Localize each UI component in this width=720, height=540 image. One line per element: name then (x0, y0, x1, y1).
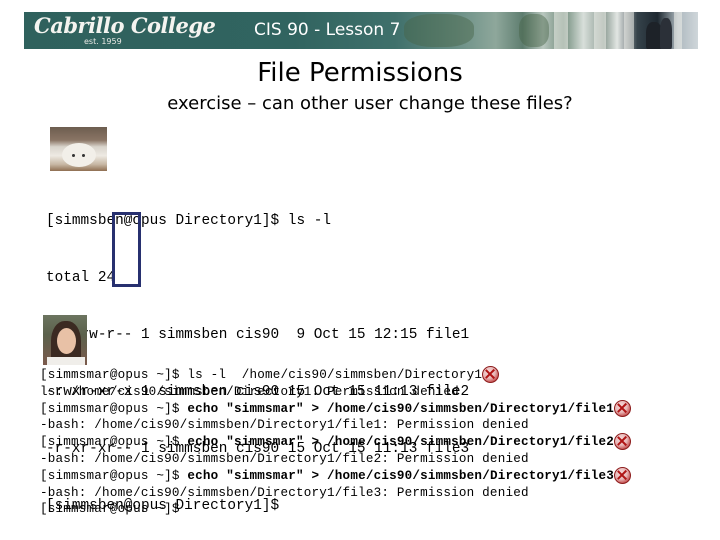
college-est: est. 1959 (84, 37, 122, 46)
banner-pillar (554, 12, 568, 49)
terminal-line: [simmsmar@opus ~]$ ls -l /home/cis90/sim… (40, 366, 614, 384)
shell-prompt: [simmsmar@opus ~]$ (40, 502, 180, 517)
terminal-line: [simmsmar@opus ~]$ echo "simmsmar" > /ho… (40, 399, 632, 418)
header-banner: Cabrillo College est. 1959 CIS 90 - Less… (24, 12, 698, 49)
shell-command: echo "simmsmar" > /home/cis90/simmsben/D… (187, 468, 615, 483)
shell-prompt: [simmsmar@opus ~]$ (40, 468, 188, 483)
error-message: -bash: /home/cis90/simmsben/Directory1/f… (40, 451, 529, 466)
error-message: ls: /home/cis90/simmsben/Directory1: Per… (40, 384, 459, 399)
terminal-line: -bash: /home/cis90/simmsben/Directory1/f… (40, 417, 614, 434)
denied-x-icon (614, 399, 632, 417)
terminal-line: [simmsmar@opus ~]$ echo "simmsmar" > /ho… (40, 466, 632, 485)
terminal-line: [simmsmar@opus ~]$ (40, 501, 614, 518)
terminal-line: ls: /home/cis90/simmsben/Directory1: Per… (40, 384, 614, 401)
dog-photo (50, 127, 107, 171)
denied-x-icon (614, 466, 632, 484)
terminal-line: [simmsmar@opus ~]$ echo "simmsmar" > /ho… (40, 433, 632, 451)
shell-prompt: [simmsmar@opus ~]$ (40, 435, 188, 450)
shell-prompt: [simmsmar@opus ~]$ (40, 401, 188, 416)
slide-heading: File Permissions (257, 58, 463, 88)
shell-command: echo "simmsmar" > /home/cis90/simmsben/D… (187, 401, 615, 416)
error-message: -bash: /home/cis90/simmsben/Directory1/f… (40, 418, 529, 433)
denied-x-icon (614, 433, 632, 451)
banner-pillar (674, 12, 682, 49)
terminal-line: -rw-rw-r-- 1 simmsben cis90 9 Oct 15 12:… (46, 327, 470, 343)
banner-pillar (624, 12, 634, 49)
terminal-line: [simmsben@opus Directory1]$ ls -l (46, 213, 331, 229)
banner-person (660, 18, 672, 49)
banner-foliage (519, 14, 549, 47)
terminal-line: total 24 (46, 270, 116, 286)
slide-subheading: exercise – can other user change these f… (167, 93, 573, 114)
error-message: -bash: /home/cis90/simmsben/Directory1/f… (40, 485, 529, 500)
shell-command: echo "simmsmar" > /home/cis90/simmsben/D… (187, 435, 615, 450)
other-permissions-highlight (112, 212, 141, 287)
lesson-title: CIS 90 - Lesson 7 (254, 20, 401, 40)
terminal-line: -bash: /home/cis90/simmsben/Directory1/f… (40, 485, 614, 502)
woman-photo (43, 315, 87, 365)
terminal-line: -bash: /home/cis90/simmsben/Directory1/f… (40, 451, 614, 468)
banner-pillar (594, 12, 606, 49)
shell-command: ls -l /home/cis90/simmsben/Directory1 (187, 368, 483, 382)
other-user-terminal-output: [simmsmar@opus ~]$ ls -l /home/cis90/sim… (40, 366, 632, 518)
banner-foliage (404, 14, 474, 47)
college-logo: Cabrillo College (34, 13, 216, 38)
denied-x-icon (482, 366, 500, 383)
shell-prompt: [simmsmar@opus ~]$ (40, 368, 188, 382)
